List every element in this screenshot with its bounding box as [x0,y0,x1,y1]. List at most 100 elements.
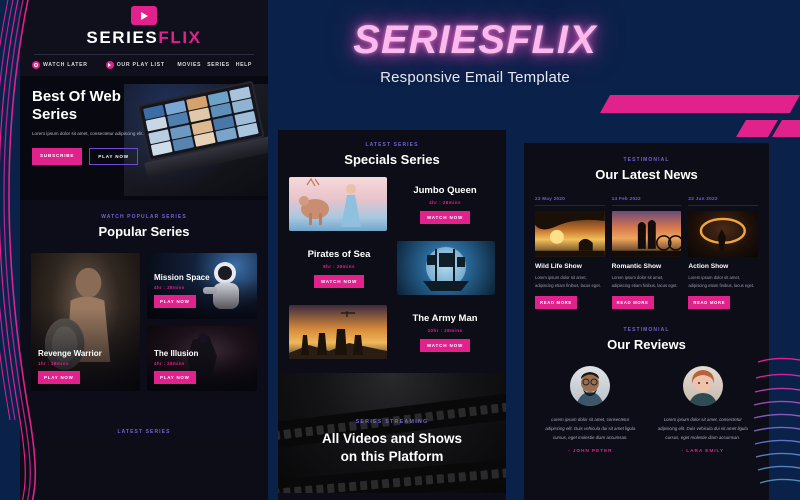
hero-section: Best Of Web Series Lorem ipsum dolor sit… [20,76,268,200]
nav-links: MOVIES SERIES HELP [177,62,260,68]
center-preview-panel: LATEST SERIES Specials Series Jumbo Quee… [278,130,506,500]
avatar [570,365,611,406]
news-card-text: Lorem ipsum dolor sit amet, adipiscing e… [611,275,678,288]
nav-item-our-play-list[interactable]: OUR PLAY LIST [105,61,165,69]
logo-text-accent: FLIX [158,28,202,47]
series-card[interactable]: Revenge Warrior 1hr : 28mins PLAY NOW [31,253,140,391]
news-eyebrow: TESTIMONIAL [623,157,670,163]
specials-eyebrow: LATEST SERIES [365,142,419,148]
watch-now-button[interactable]: WATCH NOW [313,274,365,288]
promo-subtitle: Responsive Email Template [380,69,570,86]
series-card-info: Mission Space 4hr : 28mins PLAY NOW [154,273,210,308]
clock-icon [32,61,40,69]
special-series-title: The Army Man [412,312,478,324]
specials-title: Specials Series [344,152,440,167]
nav-link-series[interactable]: SERIES [207,62,230,68]
hero-title: Best Of Web Series [32,88,165,123]
streaming-banner: SERIES STREAMING All Videos and Shows on… [278,373,506,493]
review-author: - LARA EMILY [681,449,724,455]
series-card-duration: 1hr : 28mins [38,361,69,366]
reviews-title: Our Reviews [607,336,686,352]
reviews-section: TESTIMONIAL Our Reviews Lorem ipsum dolo… [535,327,758,455]
series-card[interactable]: Mission Space 4hr : 28mins PLAY NOW [147,253,257,319]
play-now-button[interactable]: PLAY NOW [89,148,138,166]
news-card-title: Wild Life Show [535,263,582,270]
series-card-duration: 4hr : 28mins [154,284,185,290]
watch-now-button[interactable]: WATCH NOW [419,338,471,352]
special-series-title: Pirates of Sea [307,248,371,260]
news-title: Our Latest News [595,167,698,182]
subscribe-button[interactable]: SUBSCRIBE [32,148,83,166]
news-card-image [535,211,605,257]
special-series-meta: Jumbo Queen 4hr : 28mins WATCH NOW [395,185,495,224]
hero-title-line2: Series [32,105,78,123]
news-card-text: Lorem ipsum dolor sit amet, adipiscing e… [535,275,601,288]
special-series-duration: 10hr : 28mins [427,327,463,333]
reviews-eyebrow: TESTIMONIAL [623,326,670,333]
play-icon [105,61,114,69]
news-card-title: Action Show [688,263,729,270]
read-more-button[interactable]: READ MORE [688,295,731,309]
streaming-eyebrow: SERIES STREAMING [355,419,429,425]
play-now-button[interactable]: PLAY NOW [154,371,196,384]
news-card-divider [535,205,605,206]
watch-now-button[interactable]: WATCH NOW [419,210,471,224]
news-card-divider [611,205,682,206]
read-more-button[interactable]: READ MORE [611,295,654,309]
play-icon [131,6,157,25]
special-series-row[interactable]: Pirates of Sea 8hr : 28mins WATCH NOW [278,231,506,295]
nav-link-movies[interactable]: MOVIES [177,62,201,68]
read-more-button[interactable]: READ MORE [535,295,577,309]
logo-text-light: SERIES [86,28,159,47]
review-card: Lorem ipsum dolor sit amet, consectetur … [654,365,753,455]
series-card-title: The Illusion [154,349,199,358]
left-preview-panel: SERIESFLIX WATCH LATER OUR PLAY LIST MOV… [20,0,268,500]
avatar [682,365,723,406]
popular-eyebrow: WATCH POPULAR SERIES [101,214,187,220]
review-text: Lorem ipsum dolor sit amet, consectetur … [545,416,636,441]
nav-link-help[interactable]: HELP [236,62,252,68]
series-card-title: Revenge Warrior [38,349,102,358]
nav-item-our-play-list-label: OUR PLAY LIST [116,62,165,68]
nav-item-watch-later-label: WATCH LATER [43,62,88,68]
news-card-image [688,211,759,257]
news-grid: 23 May 2020 Wild Life Show Lorem ipsum d… [535,196,759,309]
series-card[interactable]: The Illusion 4hr : 28mins PLAY NOW [147,325,257,391]
news-card[interactable]: 23 May 2020 Wild Life Show Lorem ipsum d… [535,196,605,309]
special-series-thumbnail [397,241,495,295]
reviews-grid: Lorem ipsum dolor sit amet, consectetur … [535,365,758,455]
news-card[interactable]: 14 Feb 2022 Romantic Show Lorem ipsum do… [611,196,682,309]
popular-series-section: WATCH POPULAR SERIES Popular Series Reve… [20,200,268,407]
series-card-title: Mission Space [154,272,210,282]
special-series-thumbnail [289,177,387,231]
right-preview-panel: TESTIMONIAL Our Latest News 23 May 2020 … [524,143,769,500]
latest-series-eyebrow: LATEST SERIES [117,429,171,435]
play-now-button[interactable]: PLAY NOW [154,294,196,308]
special-series-row[interactable]: Jumbo Queen 4hr : 28mins WATCH NOW [278,167,506,231]
news-card-date: 22 Jun 2022 [688,196,718,201]
popular-title: Popular Series [98,224,190,239]
news-card-text: Lorem ipsum dolor sit amet, adipiscing e… [688,275,755,288]
special-series-title: Jumbo Queen [413,184,477,196]
special-series-row[interactable]: The Army Man 10hr : 28mins WATCH NOW [278,295,506,359]
news-card-divider [688,205,759,206]
news-card-title: Romantic Show [611,263,662,270]
site-header: SERIESFLIX WATCH LATER OUR PLAY LIST MOV… [20,0,268,76]
promo-title: SERIESFLIX [353,18,597,62]
nav-item-watch-later[interactable]: WATCH LATER [32,61,88,69]
promo-headline-block: SERIESFLIX Responsive Email Template [270,18,680,86]
popular-series-grid: Revenge Warrior 1hr : 28mins PLAY NOW Mi… [20,239,268,407]
news-card[interactable]: 22 Jun 2022 Action Show Lorem ipsum dolo… [688,196,759,309]
news-card-date: 14 Feb 2022 [611,196,642,201]
special-series-meta: The Army Man 10hr : 28mins WATCH NOW [395,313,495,352]
logo[interactable]: SERIESFLIX [20,6,268,48]
streaming-title-line1: All Videos and Shows [321,431,463,446]
streaming-title-line2: on this Platform [340,449,444,465]
special-series-thumbnail [289,305,387,359]
play-now-button[interactable]: PLAY NOW [38,371,80,384]
series-card-duration: 4hr : 28mins [154,361,185,366]
news-card-image [611,211,682,257]
main-nav: WATCH LATER OUR PLAY LIST MOVIES SERIES … [20,55,268,76]
review-card: Lorem ipsum dolor sit amet, consectetur … [541,365,640,454]
logo-text: SERIESFLIX [20,28,268,48]
